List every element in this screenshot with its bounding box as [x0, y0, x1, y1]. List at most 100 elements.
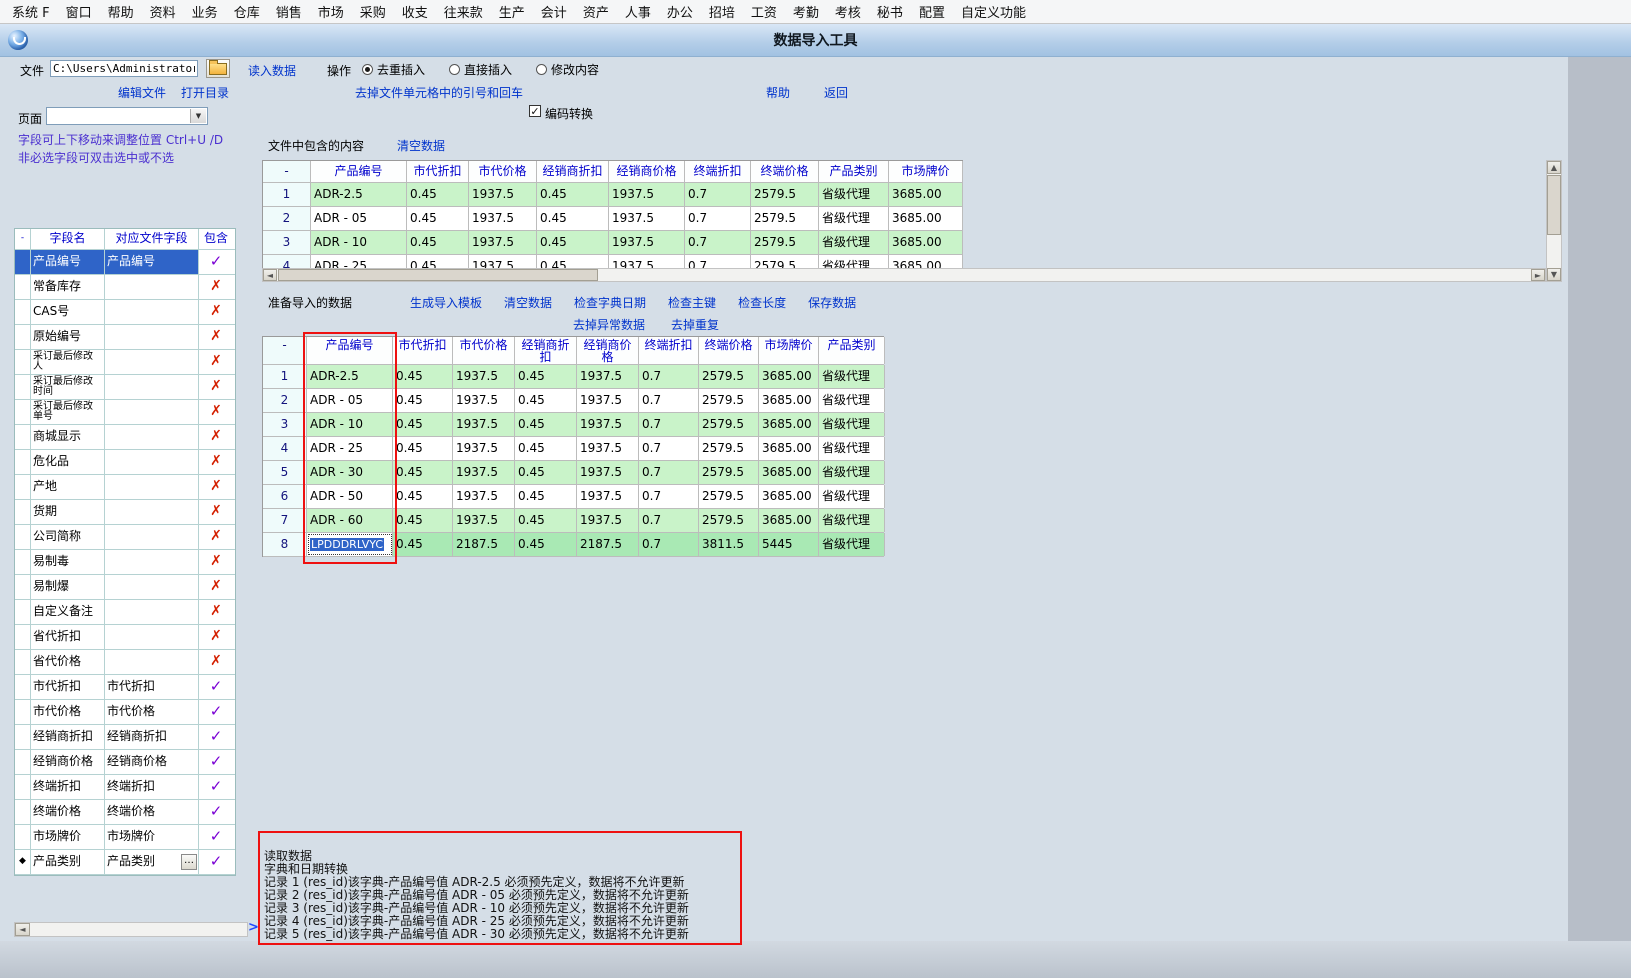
- cell[interactable]: 0.45: [407, 183, 469, 206]
- cell[interactable]: 3685.00: [759, 389, 819, 412]
- menu-item-16[interactable]: 招培: [701, 0, 743, 23]
- cell[interactable]: 1937.5: [453, 365, 515, 388]
- cell[interactable]: 0.45: [537, 231, 609, 254]
- field-name-cell[interactable]: 市场牌价: [31, 825, 105, 849]
- cell[interactable]: 3685.00: [759, 485, 819, 508]
- include-cell[interactable]: ✗: [199, 575, 233, 599]
- cell[interactable]: 0.7: [639, 485, 699, 508]
- field-table-row[interactable]: 终端折扣终端折扣✓: [15, 775, 235, 800]
- field-name-cell[interactable]: 常备库存: [31, 275, 105, 299]
- field-name-cell[interactable]: 原始编号: [31, 325, 105, 349]
- column-header-3[interactable]: 市代价格: [453, 337, 515, 364]
- menu-item-19[interactable]: 考核: [827, 0, 869, 23]
- include-cell[interactable]: ✗: [199, 350, 233, 374]
- menu-item-0[interactable]: 系统 F: [4, 0, 58, 23]
- menu-item-21[interactable]: 配置: [911, 0, 953, 23]
- include-cell[interactable]: ✗: [199, 550, 233, 574]
- field-name-cell[interactable]: 采订最后修改单号: [31, 400, 105, 424]
- cell[interactable]: 0.45: [537, 183, 609, 206]
- open-directory-link[interactable]: 打开目录: [181, 84, 229, 101]
- back-link[interactable]: 返回: [824, 84, 848, 101]
- cell[interactable]: 1937.5: [577, 389, 639, 412]
- table-row-5[interactable]: 5ADR - 300.451937.50.451937.50.72579.536…: [263, 461, 884, 485]
- chevron-down-icon[interactable]: ▼: [190, 109, 206, 123]
- row-number[interactable]: 1: [263, 183, 311, 206]
- column-header-0[interactable]: -: [263, 161, 311, 182]
- cell[interactable]: ADR-2.5: [311, 183, 407, 206]
- table-row-2[interactable]: 2ADR - 050.451937.50.451937.50.72579.536…: [263, 389, 884, 413]
- cell[interactable]: 0.45: [515, 437, 577, 460]
- cell[interactable]: ADR - 50: [307, 485, 393, 508]
- hscroll-thumb[interactable]: [278, 269, 598, 281]
- include-cell[interactable]: ✓: [199, 825, 233, 849]
- cell[interactable]: 3685.00: [759, 437, 819, 460]
- cell[interactable]: 0.45: [407, 231, 469, 254]
- column-header-6[interactable]: 终端折扣: [685, 161, 751, 182]
- cell[interactable]: 省级代理: [819, 413, 885, 436]
- table-row-1[interactable]: 1ADR-2.50.451937.50.451937.50.72579.5368…: [263, 365, 884, 389]
- cell[interactable]: 0.45: [515, 389, 577, 412]
- column-header-1[interactable]: 产品编号: [307, 337, 393, 364]
- import-action-link-4[interactable]: 检查长度: [738, 294, 786, 311]
- row-number[interactable]: 4: [263, 437, 307, 460]
- column-header-7[interactable]: 终端价格: [699, 337, 759, 364]
- field-name-cell[interactable]: 易制爆: [31, 575, 105, 599]
- field-name-cell[interactable]: 产品类别: [31, 850, 105, 874]
- cell[interactable]: 0.45: [393, 533, 453, 556]
- mapped-field-cell[interactable]: [105, 550, 199, 574]
- cell[interactable]: 1937.5: [609, 231, 685, 254]
- field-name-cell[interactable]: 公司简称: [31, 525, 105, 549]
- menu-item-11[interactable]: 生产: [491, 0, 533, 23]
- include-cell[interactable]: ✓: [199, 700, 233, 724]
- radio-option-1[interactable]: 直接插入: [449, 61, 512, 78]
- strip-quotes-link[interactable]: 去掉文件单元格中的引号和回车: [355, 84, 523, 101]
- row-number[interactable]: 6: [263, 485, 307, 508]
- column-header-9[interactable]: 产品类别: [819, 337, 885, 364]
- row-number[interactable]: 1: [263, 365, 307, 388]
- menu-item-2[interactable]: 帮助: [100, 0, 142, 23]
- include-cell[interactable]: ✗: [199, 600, 233, 624]
- cell[interactable]: 0.45: [515, 461, 577, 484]
- cell[interactable]: 2579.5: [699, 413, 759, 436]
- menu-item-3[interactable]: 资料: [142, 0, 184, 23]
- table-row-3[interactable]: 3ADR - 100.451937.50.451937.50.72579.5省级…: [263, 231, 963, 255]
- mapped-field-cell[interactable]: [105, 525, 199, 549]
- mapped-field-cell[interactable]: 终端价格: [105, 800, 199, 824]
- cell[interactable]: 省级代理: [819, 485, 885, 508]
- cell[interactable]: 0.7: [639, 365, 699, 388]
- menu-item-6[interactable]: 销售: [268, 0, 310, 23]
- column-header-0[interactable]: -: [263, 337, 307, 364]
- mapped-field-cell[interactable]: 市场牌价: [105, 825, 199, 849]
- cell[interactable]: 0.7: [639, 461, 699, 484]
- selected-cell-text[interactable]: LPDDDRLVYC: [310, 538, 384, 551]
- menu-item-20[interactable]: 秘书: [869, 0, 911, 23]
- import-action-link-5[interactable]: 保存数据: [808, 294, 856, 311]
- menu-item-13[interactable]: 资产: [575, 0, 617, 23]
- cell[interactable]: 0.45: [393, 485, 453, 508]
- cell[interactable]: 1937.5: [453, 509, 515, 532]
- cell[interactable]: ADR - 05: [307, 389, 393, 412]
- cell[interactable]: 3685.00: [889, 207, 963, 230]
- column-header-2[interactable]: 市代折扣: [407, 161, 469, 182]
- menu-item-4[interactable]: 业务: [184, 0, 226, 23]
- include-cell[interactable]: ✗: [199, 475, 233, 499]
- cell[interactable]: 省级代理: [819, 533, 885, 556]
- cell[interactable]: 0.7: [639, 509, 699, 532]
- cell[interactable]: 3685.00: [759, 413, 819, 436]
- cell[interactable]: 1937.5: [469, 183, 537, 206]
- include-cell[interactable]: ✓: [199, 250, 233, 274]
- scroll-down-icon[interactable]: ▼: [1547, 268, 1561, 281]
- field-table-row[interactable]: 市代折扣市代折扣✓: [15, 675, 235, 700]
- row-number[interactable]: 2: [263, 389, 307, 412]
- mapped-field-cell[interactable]: [105, 600, 199, 624]
- cell[interactable]: 省级代理: [819, 437, 885, 460]
- field-name-cell[interactable]: 易制毒: [31, 550, 105, 574]
- field-table-row[interactable]: 产地✗: [15, 475, 235, 500]
- mapped-field-cell[interactable]: [105, 425, 199, 449]
- file-content-grid-vscrollbar[interactable]: ▲ ▼: [1546, 160, 1562, 282]
- menu-item-15[interactable]: 办公: [659, 0, 701, 23]
- include-cell[interactable]: ✓: [199, 850, 233, 874]
- radio-icon[interactable]: [362, 64, 373, 75]
- include-cell[interactable]: ✗: [199, 275, 233, 299]
- row-number[interactable]: 8: [263, 533, 307, 556]
